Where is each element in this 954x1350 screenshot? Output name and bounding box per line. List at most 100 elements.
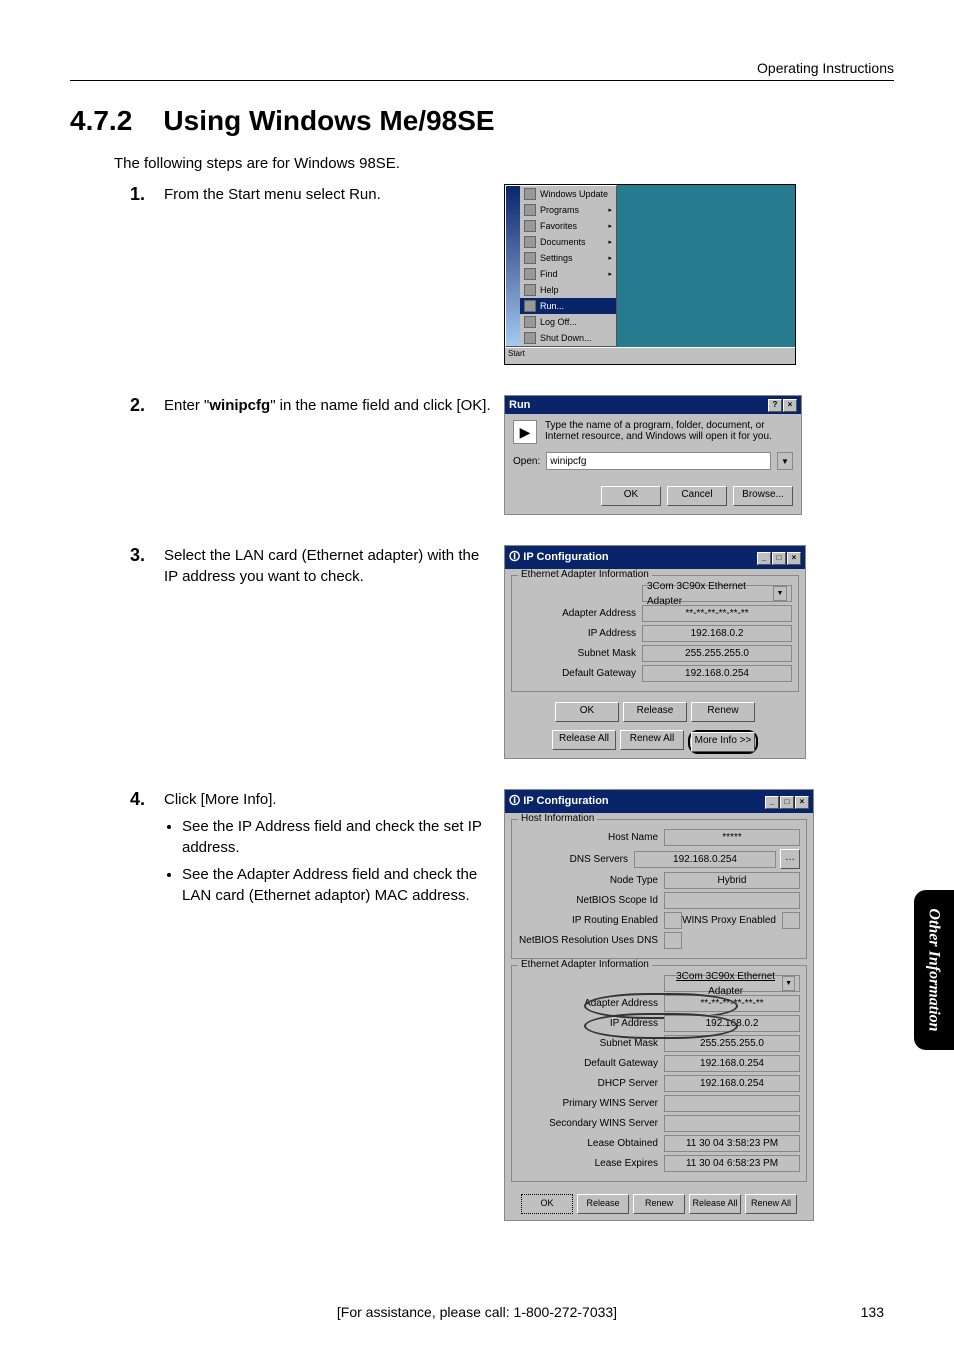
menu-label: Find bbox=[540, 269, 558, 279]
step-text: Click [More Info]. See the IP Address fi… bbox=[164, 789, 504, 912]
step-text-b: " in the name field and click [OK]. bbox=[270, 397, 490, 414]
adapter-select[interactable]: 3Com 3C90x Ethernet Adapter▼ bbox=[664, 975, 800, 992]
label-host-name: Host Name bbox=[518, 832, 664, 843]
start-menu-item[interactable]: Documents▸ bbox=[520, 234, 616, 250]
chevron-down-icon: ▼ bbox=[773, 586, 787, 601]
start-menu-item[interactable]: Favorites▸ bbox=[520, 218, 616, 234]
label-ip-address: IP Address bbox=[518, 1018, 664, 1029]
step-text: Select the LAN card (Ethernet adapter) w… bbox=[164, 545, 504, 587]
section-heading: Using Windows Me/98SE bbox=[163, 105, 494, 136]
close-button[interactable]: × bbox=[783, 399, 797, 412]
renew-button[interactable]: Renew bbox=[633, 1194, 685, 1214]
start-menu-item[interactable]: Find▸ bbox=[520, 266, 616, 282]
label-primary-wins: Primary WINS Server bbox=[518, 1098, 664, 1109]
dialog-message: Type the name of a program, folder, docu… bbox=[545, 420, 793, 444]
dns-more-button[interactable]: … bbox=[780, 849, 800, 869]
open-dropdown[interactable]: ▼ bbox=[777, 452, 793, 470]
step-number: 2. bbox=[130, 395, 164, 416]
logoff-icon bbox=[524, 316, 536, 328]
figure-ipconfig-expanded: 🛈 IP Configuration _□× Host Information … bbox=[504, 789, 814, 1221]
value-secondary-wins bbox=[664, 1115, 800, 1132]
start-menu-item[interactable]: Log Off... bbox=[520, 314, 616, 330]
step-number: 4. bbox=[130, 789, 164, 810]
release-button[interactable]: Release bbox=[577, 1194, 629, 1214]
menu-label: Favorites bbox=[540, 221, 577, 231]
header-rule bbox=[70, 80, 894, 81]
renew-button[interactable]: Renew bbox=[691, 702, 755, 722]
browse-button[interactable]: Browse... bbox=[733, 486, 793, 506]
open-input[interactable] bbox=[546, 452, 771, 470]
app-icon: 🛈 bbox=[509, 551, 520, 563]
adapter-select-label: 3Com 3C90x Ethernet Adapter bbox=[669, 969, 782, 999]
value-netbios-dns bbox=[664, 932, 682, 949]
value-default-gateway: 192.168.0.254 bbox=[642, 665, 792, 682]
minimize-button[interactable]: _ bbox=[765, 796, 779, 809]
step-1: 1. From the Start menu select Run. Windo… bbox=[130, 184, 894, 365]
menu-label: Run... bbox=[540, 301, 564, 311]
label-node-type: Node Type bbox=[518, 875, 664, 886]
favorites-icon bbox=[524, 220, 536, 232]
renew-all-button[interactable]: Renew All bbox=[745, 1194, 797, 1214]
release-button[interactable]: Release bbox=[623, 702, 687, 722]
menu-label: Programs bbox=[540, 205, 579, 215]
release-all-button[interactable]: Release All bbox=[552, 730, 616, 750]
section-title: 4.7.2 Using Windows Me/98SE bbox=[70, 105, 894, 137]
release-all-button[interactable]: Release All bbox=[689, 1194, 741, 1214]
section-intro: The following steps are for Windows 98SE… bbox=[114, 155, 894, 172]
group-legend: Ethernet Adapter Information bbox=[518, 569, 652, 580]
adapter-select-label: 3Com 3C90x Ethernet Adapter bbox=[647, 579, 773, 609]
value-ip-address: 192.168.0.2 bbox=[642, 625, 792, 642]
app-icon: 🛈 bbox=[509, 795, 520, 807]
settings-icon bbox=[524, 252, 536, 264]
taskbar[interactable]: Start bbox=[505, 347, 795, 364]
close-button[interactable]: × bbox=[795, 796, 809, 809]
start-menu-item[interactable]: Programs▸ bbox=[520, 202, 616, 218]
start-menu-item[interactable]: Windows Update bbox=[520, 186, 616, 202]
ok-button[interactable]: OK bbox=[555, 702, 619, 722]
figure-start-menu: Windows Update Programs▸ Favorites▸ Docu… bbox=[504, 184, 796, 365]
minimize-button[interactable]: _ bbox=[757, 552, 771, 565]
titlebar: 🛈 IP Configuration _□× bbox=[505, 546, 805, 569]
maximize-button[interactable]: □ bbox=[780, 796, 794, 809]
ok-button[interactable]: OK bbox=[521, 1194, 573, 1214]
step-bullet: See the IP Address field and check the s… bbox=[182, 816, 494, 858]
renew-all-button[interactable]: Renew All bbox=[620, 730, 684, 750]
maximize-button[interactable]: □ bbox=[772, 552, 786, 565]
documents-icon bbox=[524, 236, 536, 248]
label-secondary-wins: Secondary WINS Server bbox=[518, 1118, 664, 1129]
start-menu-item[interactable]: Shut Down... bbox=[520, 330, 616, 346]
figure-ipconfig-small: 🛈 IP Configuration _□× Ethernet Adapter … bbox=[504, 545, 806, 759]
shutdown-icon bbox=[524, 332, 536, 344]
value-default-gateway: 192.168.0.254 bbox=[664, 1055, 800, 1072]
start-menu-item[interactable]: Settings▸ bbox=[520, 250, 616, 266]
run-dialog-icon: ▶ bbox=[513, 420, 537, 444]
step-text: From the Start menu select Run. bbox=[164, 184, 504, 205]
help-button[interactable]: ? bbox=[768, 399, 782, 412]
adapter-select[interactable]: 3Com 3C90x Ethernet Adapter▼ bbox=[642, 585, 792, 602]
titlebar: Run ?× bbox=[505, 396, 801, 414]
label-lease-obtained: Lease Obtained bbox=[518, 1138, 664, 1149]
value-subnet-mask: 255.255.255.0 bbox=[642, 645, 792, 662]
start-menu-item-run[interactable]: Run... bbox=[520, 298, 616, 314]
more-info-button[interactable]: More Info >> bbox=[691, 732, 755, 752]
step-text-a: Enter " bbox=[164, 397, 209, 414]
label-netbios-dns: NetBIOS Resolution Uses DNS bbox=[518, 935, 664, 946]
cancel-button[interactable]: Cancel bbox=[667, 486, 727, 506]
programs-icon bbox=[524, 204, 536, 216]
start-menu-item[interactable]: Help bbox=[520, 282, 616, 298]
windows-update-icon bbox=[524, 188, 536, 200]
menu-label: Shut Down... bbox=[540, 333, 592, 343]
step-number: 1. bbox=[130, 184, 164, 205]
value-dhcp-server: 192.168.0.254 bbox=[664, 1075, 800, 1092]
label-wins-proxy: WINS Proxy Enabled bbox=[682, 915, 782, 926]
side-tab: Other Information bbox=[914, 890, 954, 1050]
ok-button[interactable]: OK bbox=[601, 486, 661, 506]
label-lease-expires: Lease Expires bbox=[518, 1158, 664, 1169]
label-adapter-address: Adapter Address bbox=[518, 608, 642, 619]
value-ip-routing bbox=[664, 912, 682, 929]
step-2: 2. Enter "winipcfg" in the name field an… bbox=[130, 395, 894, 515]
step-bullet: See the Adapter Address field and check … bbox=[182, 864, 494, 906]
menu-label: Help bbox=[540, 285, 559, 295]
close-button[interactable]: × bbox=[787, 552, 801, 565]
titlebar: 🛈 IP Configuration _□× bbox=[505, 790, 813, 813]
